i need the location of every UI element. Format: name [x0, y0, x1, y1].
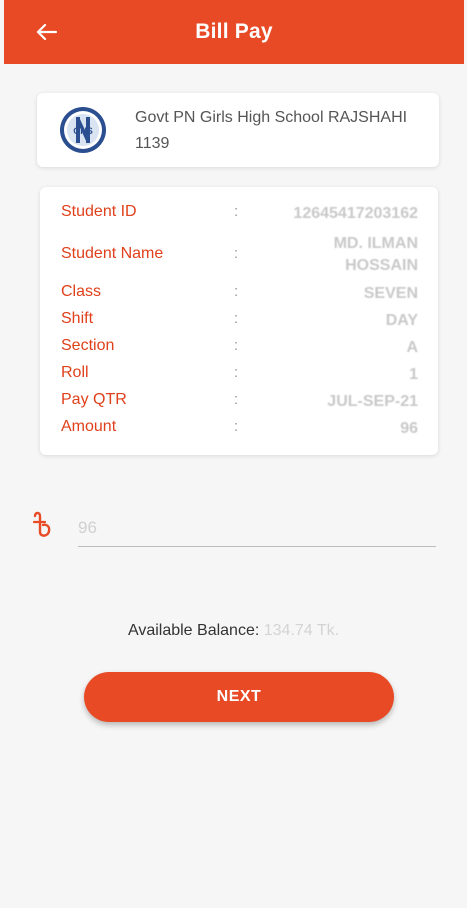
- arrow-left-icon: [36, 23, 57, 41]
- info-value: A: [406, 339, 418, 356]
- info-value: 96: [400, 420, 418, 437]
- info-label: Student Name: [61, 245, 164, 262]
- app-bar: Bill Pay: [4, 0, 464, 64]
- info-label: Amount: [61, 418, 117, 435]
- available-balance: Available Balance: 134.74 Tk.: [0, 622, 467, 640]
- info-value: 12645417203162: [293, 205, 418, 222]
- info-value-line2: HOSSAIN: [345, 257, 418, 274]
- taka-icon: [32, 511, 51, 537]
- amount-field: [30, 508, 438, 550]
- balance-label: Available Balance:: [127, 622, 260, 639]
- info-label: Roll: [61, 364, 89, 381]
- info-colon: :: [234, 337, 239, 354]
- info-colon: :: [234, 203, 239, 220]
- info-value: SEVEN: [363, 285, 418, 302]
- info-label: Class: [61, 283, 102, 300]
- info-label: Student ID: [61, 203, 137, 220]
- school-card: GNS Govt PN Girls High School RAJSHAHI 1…: [37, 93, 439, 167]
- next-button[interactable]: NEXT: [84, 672, 394, 722]
- amount-input[interactable]: [78, 512, 378, 544]
- student-info-card: Student ID : 12645417203162 Student Name…: [40, 187, 438, 455]
- info-colon: :: [234, 418, 239, 435]
- school-logo-icon: GNS: [60, 107, 106, 153]
- info-colon: :: [234, 283, 239, 300]
- info-label: Pay QTR: [61, 391, 127, 408]
- info-label: Shift: [61, 310, 94, 327]
- info-value: JUL-SEP-21: [327, 393, 418, 410]
- info-colon: :: [234, 391, 239, 408]
- balance-value: 134.74 Tk.: [263, 622, 340, 639]
- info-label: Section: [61, 337, 115, 354]
- info-value-line1: MD. ILMAN: [333, 235, 418, 252]
- info-value: 1: [409, 366, 418, 383]
- svg-text:GNS: GNS: [73, 126, 93, 136]
- page-title: Bill Pay: [195, 20, 273, 43]
- info-colon: :: [234, 310, 239, 327]
- info-colon: :: [234, 364, 239, 381]
- back-button[interactable]: [26, 14, 66, 50]
- info-colon: :: [234, 245, 239, 262]
- school-code: 1139: [135, 135, 170, 152]
- info-value: DAY: [385, 312, 418, 329]
- school-name: Govt PN Girls High School RAJSHAHI: [135, 109, 408, 126]
- amount-underline: [78, 546, 436, 547]
